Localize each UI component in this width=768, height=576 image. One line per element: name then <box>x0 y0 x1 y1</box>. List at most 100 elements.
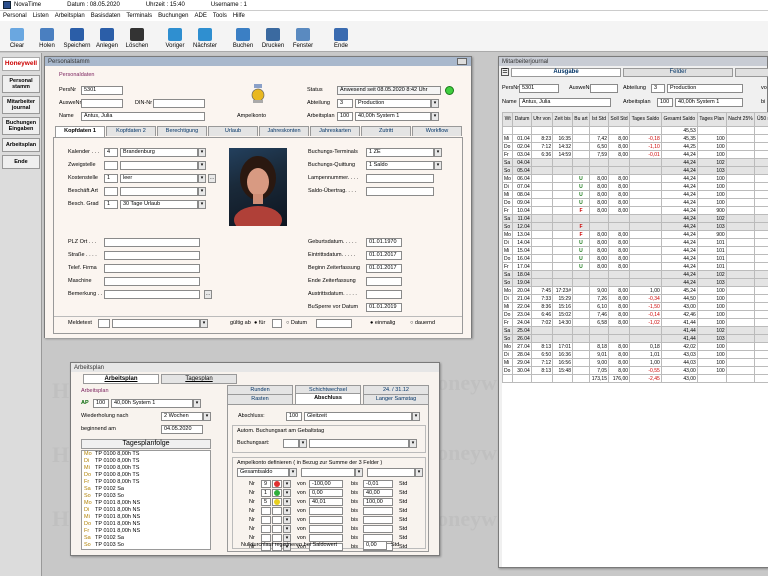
ampel-nr-field[interactable] <box>261 507 271 515</box>
abschluss-field[interactable]: Gleitzeit <box>304 412 412 421</box>
abteilung-nr-field[interactable]: 3 <box>337 99 353 108</box>
meldetext-nr-field[interactable] <box>98 319 110 328</box>
arbeitsplan-dropdown-icon[interactable]: ▾ <box>431 112 439 121</box>
journal-arbeitsplan-nr[interactable]: 100 <box>657 98 673 107</box>
column-header[interactable]: Uhr von <box>530 112 554 127</box>
chevron-down-icon[interactable]: ▾ <box>283 525 291 533</box>
ampel-nr-field[interactable]: 9 <box>261 480 271 488</box>
ampel-feld3-select[interactable] <box>367 468 415 477</box>
journal-abteilung-field[interactable]: Production <box>667 84 743 93</box>
einmalig-radio[interactable]: ● einmalig <box>370 320 395 326</box>
name-field[interactable]: Antus, Julia <box>81 112 205 121</box>
datum-field[interactable] <box>316 319 352 328</box>
list-item[interactable]: So TP 0103 So <box>82 542 210 549</box>
list-item[interactable]: So TP 0103 So <box>82 493 210 500</box>
field-value[interactable] <box>366 187 434 196</box>
buchen-button[interactable]: Buchen <box>229 21 257 51</box>
wiederholung-field[interactable]: 2 Wochen <box>161 412 203 421</box>
fuer-radio[interactable]: ● für <box>254 320 265 326</box>
address-field[interactable] <box>104 238 200 247</box>
list-item[interactable]: Di TP 0100 8,00h TS <box>82 458 210 465</box>
chevron-down-icon[interactable]: ▾ <box>283 507 291 515</box>
restore-icon[interactable] <box>457 58 467 65</box>
menu-ade[interactable]: ADE <box>194 13 206 19</box>
table-row[interactable]: Mi 29.04 7:12 16:56 9,00 8,00 1,00 44,03 100 <box>502 358 768 367</box>
table-row[interactable]: Fr 17.04 U 8,00 8,00 44,24 101 <box>502 262 768 271</box>
field-nr[interactable]: 1 <box>104 174 118 183</box>
column-header[interactable]: Ist Std <box>588 112 609 127</box>
address-field[interactable] <box>104 277 200 286</box>
ap-dropdown-icon[interactable]: ▾ <box>193 399 201 408</box>
field-nr[interactable]: 1 <box>104 200 118 209</box>
ampel-bis-field[interactable]: -0,01 <box>363 480 393 488</box>
tab-workflow[interactable]: Workflow <box>412 126 462 136</box>
din-field[interactable] <box>153 99 205 108</box>
meldetext-field[interactable] <box>112 319 200 328</box>
column-header[interactable]: Zeit bis <box>552 112 573 127</box>
table-row[interactable]: So 19.04 44,24 103 <box>502 278 768 287</box>
table-row[interactable]: Fr 10.04 F 8,00 8,00 44,24 900 <box>502 206 768 215</box>
table-row[interactable]: Mi 15.04 U 8,00 8,00 44,24 101 <box>502 246 768 255</box>
date-field[interactable]: 01.01.2017 <box>366 251 402 260</box>
holen-button[interactable]: Holen <box>33 21 61 51</box>
abteilung-dropdown-icon[interactable]: ▾ <box>431 99 439 108</box>
table-row[interactable]: Mo 20.04 7:45 17:23# 9,00 8,00 1,00 45,24 100 <box>502 286 768 295</box>
list-item[interactable]: Mi TP 0101 8,00h NS <box>82 514 210 521</box>
nulldurchlauf-field[interactable]: 0,00 <box>363 541 387 550</box>
column-header[interactable]: Wt <box>502 112 514 127</box>
menu-tools[interactable]: Tools <box>213 13 227 19</box>
list-item[interactable]: Mo TP 0101 8,00h NS <box>82 500 210 507</box>
tab-tagesplan[interactable]: Tagesplan <box>161 374 237 384</box>
ampel-nr-field[interactable] <box>261 516 271 524</box>
ampel-nr-field[interactable] <box>261 534 271 542</box>
ampel-color-field[interactable] <box>272 534 282 542</box>
ampel-nr-field[interactable] <box>261 525 271 533</box>
table-row[interactable]: Di 21.04 7:33 15:29 7,26 8,00 -0,34 44,50 100 <box>502 294 768 303</box>
drucken-button[interactable]: Drucken <box>259 21 287 51</box>
nav-buchungen-eingaben[interactable]: Buchungen Eingaben <box>2 117 40 135</box>
chevron-down-icon[interactable]: ▾ <box>283 498 291 506</box>
date-field[interactable]: 01.01.1970 <box>366 238 402 247</box>
voriger-button[interactable]: Voriger <box>161 21 189 51</box>
field-value[interactable]: Brandenburg <box>120 148 198 157</box>
table-row[interactable]: Mi 22.04 8:36 15:16 6,10 8,00 -1,50 43,00 100 <box>502 302 768 311</box>
list-item[interactable]: Do TP 0100 8,00h TS <box>82 472 210 479</box>
menu-hilfe[interactable]: Hilfe <box>233 13 245 19</box>
ampel-feld2-select[interactable] <box>301 468 355 477</box>
abschluss-nr-field[interactable]: 100 <box>286 412 302 421</box>
menu-listen[interactable]: Listen <box>33 13 49 19</box>
list-item[interactable]: Sa TP 0102 Sa <box>82 486 210 493</box>
table-row[interactable]: Mo 13.04 F 8,00 8,00 44,24 900 <box>502 230 768 239</box>
table-row[interactable]: Sa 18.04 44,24 102 <box>502 270 768 279</box>
journal-name-field[interactable]: Antus, Julia <box>519 98 611 107</box>
menu-buchungen[interactable]: Buchungen <box>158 13 188 19</box>
table-row[interactable]: Di 14.04 U 8,00 8,00 44,24 101 <box>502 238 768 247</box>
ampel-bis-field[interactable] <box>363 507 393 515</box>
ampel-color-field[interactable] <box>272 507 282 515</box>
list-item[interactable]: Mo TP 0100 8,00h TS <box>82 451 210 458</box>
chevron-down-icon[interactable]: ▾ <box>198 174 206 183</box>
abschluss-dropdown-icon[interactable]: ▾ <box>412 412 420 421</box>
clear-button[interactable]: Clear <box>3 21 31 51</box>
fenster-button[interactable]: Fenster <box>289 21 317 51</box>
field-value[interactable] <box>366 174 434 183</box>
speichern-button[interactable]: Speichern <box>63 21 91 51</box>
table-row[interactable]: Fr 03.04 6:36 14:59 7,59 8,00 -0,01 44,24 100 <box>502 150 768 159</box>
field-nr[interactable]: 4 <box>104 148 118 157</box>
column-header[interactable]: Soll Std <box>607 112 631 127</box>
tab-felder[interactable]: Felder <box>623 68 733 77</box>
wiederholung-dropdown-icon[interactable]: ▾ <box>203 412 211 421</box>
ampel-bis-field[interactable] <box>363 525 393 533</box>
anlegen-button[interactable]: Anlegen <box>93 21 121 51</box>
column-header[interactable]: Gesamt Saldo <box>660 112 698 127</box>
chevron-down-icon[interactable]: ▾ <box>198 187 206 196</box>
field-value[interactable]: 1 ZE <box>366 148 434 157</box>
arbeitsplan-nr-field[interactable]: 100 <box>337 112 353 121</box>
tab-kopfdaten-2[interactable]: Kopfdaten 2 <box>106 126 156 136</box>
field-value[interactable]: 1 Saldo <box>366 161 434 170</box>
table-row[interactable]: Mi 01.04 8:23 16:35 7,42 8,00 -0,18 45,35 100 <box>502 134 768 143</box>
table-row[interactable]: Mi 08.04 U 8,00 8,00 44,24 100 <box>502 190 768 199</box>
field-value[interactable]: 30 Tage Urlaub <box>120 200 198 209</box>
table-row[interactable]: Di 28.04 6:50 16:36 9,01 8,00 1,01 43,03 100 <box>502 350 768 359</box>
column-header[interactable]: Datum <box>512 112 532 127</box>
